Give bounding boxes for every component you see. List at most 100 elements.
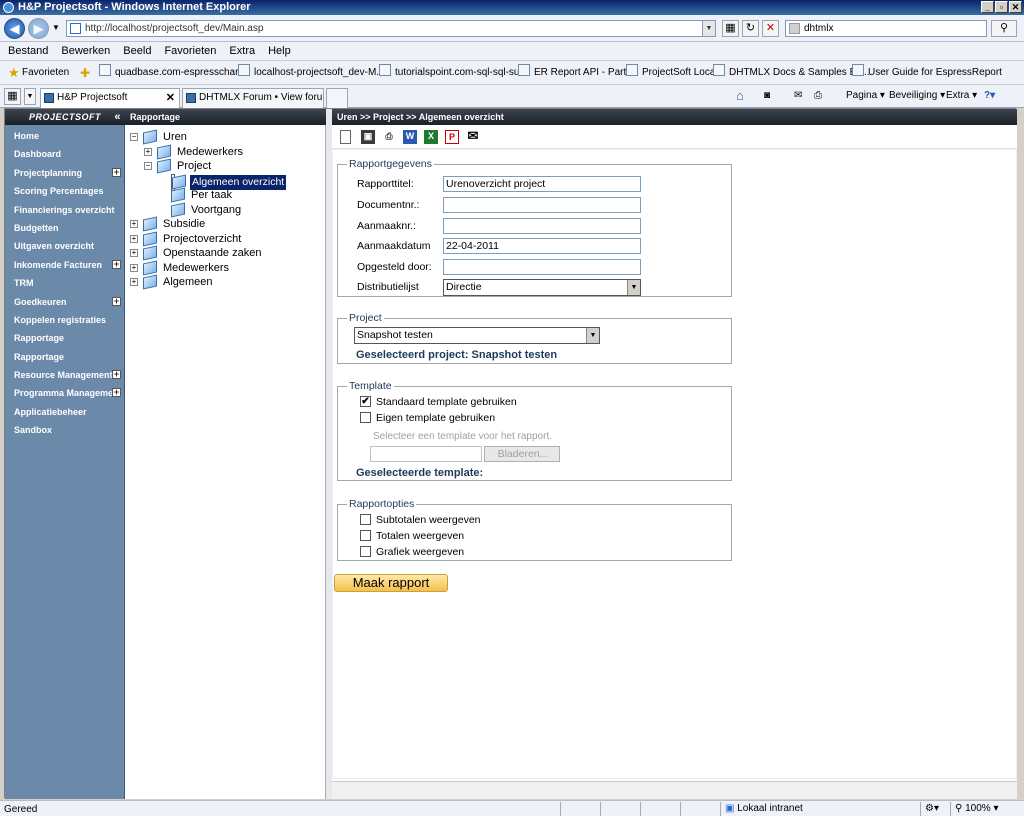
refresh-button[interactable]: ↻ — [742, 20, 759, 37]
sidebar-item[interactable]: TRM — [5, 274, 125, 292]
tab-list-icon[interactable]: ▼ — [24, 88, 36, 105]
subtotalen-checkbox[interactable] — [360, 514, 371, 525]
page-menu[interactable]: Pagina ▾ — [846, 85, 885, 107]
tree-node[interactable]: Algemeen overzicht — [171, 173, 287, 191]
close-window-button[interactable]: ✕ — [1009, 1, 1022, 13]
stop-button[interactable]: ✕ — [762, 20, 779, 37]
new-icon[interactable] — [340, 130, 351, 144]
collapse-sidebar-icon[interactable]: « — [114, 109, 121, 125]
maximize-button[interactable]: ▫ — [995, 1, 1008, 13]
pdf-icon[interactable]: P — [445, 130, 459, 144]
tab-hp-projectsoft[interactable]: H&P Projectsoft ✕ — [40, 88, 180, 108]
chevron-down-icon[interactable]: ▼ — [627, 280, 640, 295]
bladeren-button[interactable]: Bladeren... — [484, 446, 560, 462]
eigen-template-checkbox[interactable] — [360, 412, 371, 423]
email-icon[interactable]: ✉ — [466, 129, 480, 144]
address-bar[interactable]: http://localhost/projectsoft_dev/Main.as… — [66, 20, 716, 37]
menu-bestand[interactable]: Bestand — [0, 42, 53, 60]
zoom-control[interactable]: ⚲ 100% ▾ — [950, 802, 1020, 816]
favorite-link[interactable]: ProjectSoft Local — [626, 61, 718, 84]
tree-expand-icon[interactable]: + — [130, 278, 138, 286]
feeds-icon[interactable]: ◙ — [764, 85, 770, 107]
help-icon[interactable]: ?▾ — [984, 85, 995, 107]
back-button[interactable]: ◀ — [4, 18, 25, 39]
sidebar-item[interactable]: Rapportage — [5, 348, 125, 366]
sidebar-item[interactable]: Projectplanning + — [5, 164, 125, 182]
favorites-star-icon[interactable]: ★ — [8, 66, 20, 79]
compat-view-button[interactable]: ▦ — [722, 20, 739, 37]
distributielijst-select[interactable]: Directie ▼ — [443, 279, 641, 296]
favorite-link[interactable]: DHTMLX Docs & Samples Ex... — [713, 61, 870, 84]
sidebar-item[interactable]: Applicatiebeheer — [5, 403, 125, 421]
sidebar-item[interactable]: Inkomende Facturen + — [5, 256, 125, 274]
totalen-checkbox[interactable] — [360, 530, 371, 541]
search-icon[interactable]: ⚲ — [991, 20, 1017, 37]
expand-icon[interactable]: + — [112, 259, 121, 269]
menu-help[interactable]: Help — [260, 42, 296, 60]
rapporttitel-input[interactable]: Urenoverzicht project — [443, 176, 641, 192]
sidebar-item[interactable]: Budgetten — [5, 219, 125, 237]
excel-icon[interactable]: X — [424, 130, 438, 144]
sidebar-item[interactable]: Resource Management + — [5, 366, 125, 384]
close-tab-icon[interactable]: ✕ — [166, 89, 175, 107]
menu-bewerken[interactable]: Bewerken — [53, 42, 115, 60]
quick-tabs-icon[interactable]: ▦ — [4, 88, 21, 105]
sidebar-item[interactable]: Sandbox — [5, 421, 125, 439]
favorite-link[interactable]: tutorialspoint.com-sql-sql-su... — [379, 61, 528, 84]
print-icon[interactable]: ⎙ — [382, 130, 396, 144]
standaard-template-checkbox[interactable]: ✔ — [360, 396, 371, 407]
tree-expand-icon[interactable]: + — [130, 249, 138, 257]
tree-expand-icon[interactable]: + — [130, 263, 138, 272]
sidebar-item[interactable]: Dashboard — [5, 145, 125, 163]
mail-icon[interactable]: ✉ — [794, 85, 802, 107]
tree-expand-icon[interactable]: + — [130, 220, 138, 228]
sidebar-item[interactable]: Financierings overzicht — [5, 201, 125, 219]
documentnr-input[interactable] — [443, 197, 641, 213]
history-dropdown-icon[interactable]: ▼ — [52, 23, 60, 32]
search-input[interactable]: dhtmlx — [785, 20, 987, 37]
sidebar-item[interactable]: Programma Management + — [5, 384, 125, 402]
opgesteld-door-input[interactable] — [443, 259, 641, 275]
protected-mode-icon[interactable]: ⚙▾ — [920, 802, 950, 816]
tree-expand-icon[interactable]: + — [144, 147, 152, 156]
menu-beeld[interactable]: Beeld — [115, 42, 156, 60]
menu-favorieten[interactable]: Favorieten — [156, 42, 221, 60]
sidebar-item[interactable]: Koppelen registraties — [5, 311, 125, 329]
tools-menu[interactable]: Extra ▾ — [946, 85, 977, 107]
security-menu[interactable]: Beveiliging ▾ — [889, 85, 945, 107]
expand-icon[interactable]: + — [112, 296, 121, 306]
aanmaakdatum-input[interactable]: 22-04-2011 — [443, 238, 641, 254]
template-file-input[interactable] — [370, 446, 482, 462]
minimize-button[interactable]: _ — [981, 1, 994, 13]
tree-expand-icon[interactable]: + — [130, 234, 138, 243]
forward-button[interactable]: ▶ — [28, 18, 49, 39]
favorites-button[interactable]: Favorieten — [22, 61, 69, 84]
save-icon[interactable]: ▣ — [361, 130, 375, 144]
favorite-link[interactable]: ER Report API - Part 2 — [518, 61, 635, 84]
tree-collapse-icon[interactable]: − — [144, 162, 152, 170]
favorite-link[interactable]: localhost-projectsoft_dev-M... — [238, 61, 385, 84]
project-select[interactable]: Snapshot testen ▼ — [354, 327, 600, 344]
sidebar-item[interactable]: Uitgaven overzicht — [5, 237, 125, 255]
horizontal-scrollbar[interactable] — [332, 781, 1017, 799]
address-dropdown-icon[interactable]: ▼ — [702, 21, 715, 36]
expand-icon[interactable]: + — [112, 167, 121, 177]
sidebar-item[interactable]: Scoring Percentages — [5, 182, 125, 200]
maak-rapport-button[interactable]: Maak rapport — [334, 574, 448, 592]
sidebar-item[interactable]: Home — [5, 127, 125, 145]
aanmaaknr-input[interactable] — [443, 218, 641, 234]
expand-icon[interactable]: + — [112, 370, 121, 380]
menu-extra[interactable]: Extra — [221, 42, 260, 60]
new-tab-button[interactable] — [326, 88, 348, 108]
tree-collapse-icon[interactable]: − — [130, 133, 138, 141]
sidebar-item[interactable]: Goedkeuren + — [5, 293, 125, 311]
expand-icon[interactable]: + — [112, 388, 121, 398]
print-menu-icon[interactable]: ⎙ — [814, 85, 822, 107]
favorite-link[interactable]: User Guide for EspressReport — [852, 61, 1002, 84]
favorite-link[interactable]: quadbase.com-espresschar... — [99, 61, 246, 84]
home-icon[interactable]: ⌂ — [736, 85, 744, 107]
grafiek-checkbox[interactable] — [360, 546, 371, 557]
word-icon[interactable]: W — [403, 130, 417, 144]
tab-dhtmlx-forum[interactable]: DHTMLX Forum • View forum... — [182, 88, 324, 108]
chevron-down-icon[interactable]: ▼ — [586, 328, 599, 343]
